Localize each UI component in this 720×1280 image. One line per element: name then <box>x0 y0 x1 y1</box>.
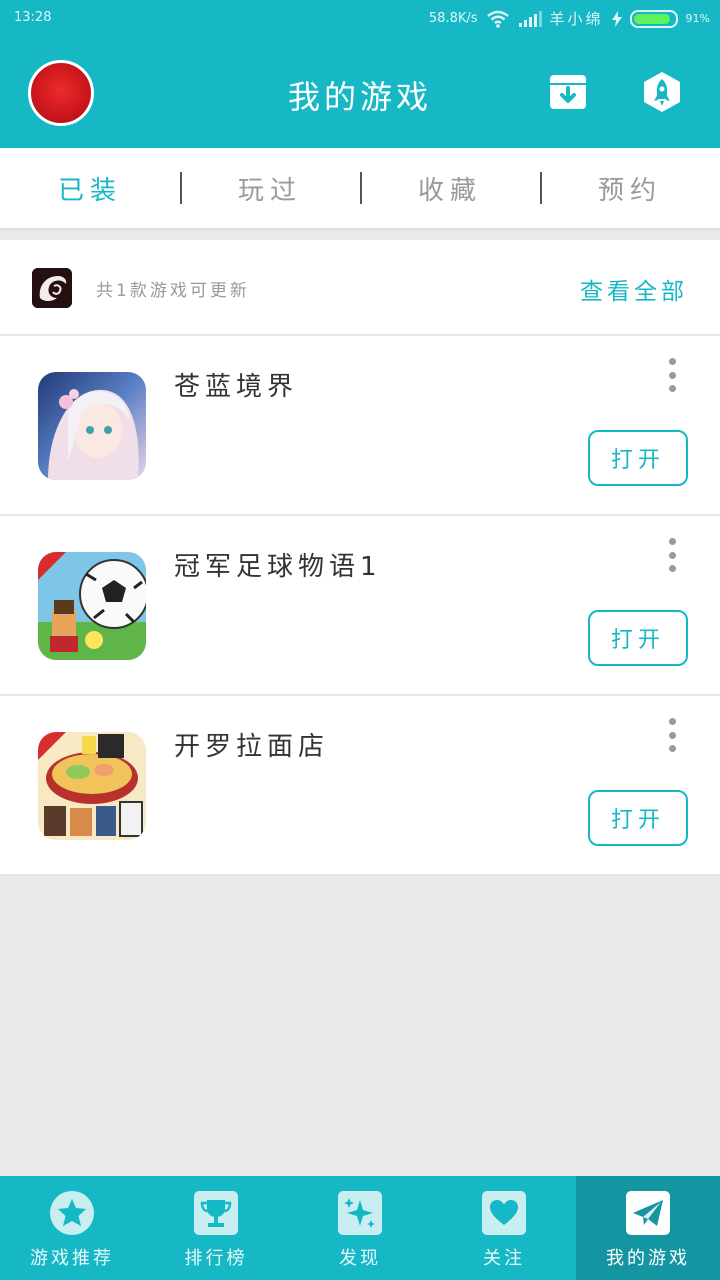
more-options-icon[interactable] <box>662 718 682 752</box>
nav-discover[interactable]: 发现 <box>288 1176 432 1280</box>
bottom-nav: 游戏推荐 排行榜 发现 关注 我的游戏 <box>0 1176 720 1280</box>
sparkle-icon <box>337 1190 383 1236</box>
more-options-icon[interactable] <box>662 358 682 392</box>
battery-percent: 91% <box>685 12 710 25</box>
nav-ranking[interactable]: 排行榜 <box>144 1176 288 1280</box>
star-icon <box>49 1190 95 1236</box>
nav-label: 排行榜 <box>184 1248 248 1269</box>
game-card[interactable]: 开罗拉面店 打开 <box>0 696 720 876</box>
paper-plane-icon <box>625 1190 671 1236</box>
status-right: 58.8K/s 羊小绵 91% <box>429 8 710 29</box>
wifi-icon <box>486 10 509 28</box>
game-name: 苍蓝境界 <box>174 372 299 402</box>
nav-label: 关注 <box>483 1248 525 1269</box>
rocket-icon <box>644 72 680 112</box>
status-time: 13:28 <box>14 10 52 25</box>
heart-icon <box>481 1190 527 1236</box>
tab-played[interactable]: 玩过 <box>180 148 360 228</box>
game-card[interactable]: 苍蓝境界 打开 <box>0 336 720 516</box>
nav-label: 游戏推荐 <box>30 1248 114 1269</box>
tab-favorites[interactable]: 收藏 <box>360 148 540 228</box>
game-icon-ramen <box>38 732 146 840</box>
nav-my-games[interactable]: 我的游戏 <box>576 1176 720 1280</box>
battery-icon <box>629 9 678 28</box>
charging-icon <box>611 10 622 27</box>
open-button[interactable]: 打开 <box>588 790 688 846</box>
tab-bar: 已装 玩过 收藏 预约 <box>0 148 720 230</box>
nav-recommend[interactable]: 游戏推荐 <box>0 1176 144 1280</box>
nav-label: 发现 <box>339 1248 381 1269</box>
status-bar: 13:28 58.8K/s 羊小绵 91% <box>0 0 720 36</box>
carrier-name: 羊小绵 <box>549 10 604 28</box>
nav-follow[interactable]: 关注 <box>432 1176 576 1280</box>
download-box-icon <box>550 75 586 109</box>
tab-reserved[interactable]: 预约 <box>540 148 720 228</box>
trophy-icon <box>193 1190 239 1236</box>
game-name: 开罗拉面店 <box>174 732 330 762</box>
game-icon-football <box>38 552 146 660</box>
download-manager-button[interactable] <box>546 70 590 114</box>
open-button[interactable]: 打开 <box>588 430 688 486</box>
tab-installed[interactable]: 已装 <box>0 148 180 228</box>
open-button[interactable]: 打开 <box>588 610 688 666</box>
battery-level <box>633 13 670 24</box>
more-options-icon[interactable] <box>662 538 682 572</box>
update-notice[interactable]: 共1款游戏可更新 查看全部 <box>0 240 720 335</box>
signal-icon <box>518 10 542 27</box>
network-speed: 58.8K/s <box>428 11 478 26</box>
speed-up-button[interactable] <box>640 70 684 114</box>
page-title: 我的游戏 <box>287 78 432 116</box>
nav-label: 我的游戏 <box>606 1248 690 1269</box>
update-game-icon <box>32 268 72 308</box>
game-icon-canglan <box>38 372 146 480</box>
view-all-link[interactable]: 查看全部 <box>580 272 688 306</box>
game-name: 冠军足球物语1 <box>174 552 382 582</box>
game-card[interactable]: 冠军足球物语1 打开 <box>0 516 720 696</box>
update-count-text: 共1款游戏可更新 <box>96 281 250 301</box>
app-header: 我的游戏 <box>0 36 720 148</box>
